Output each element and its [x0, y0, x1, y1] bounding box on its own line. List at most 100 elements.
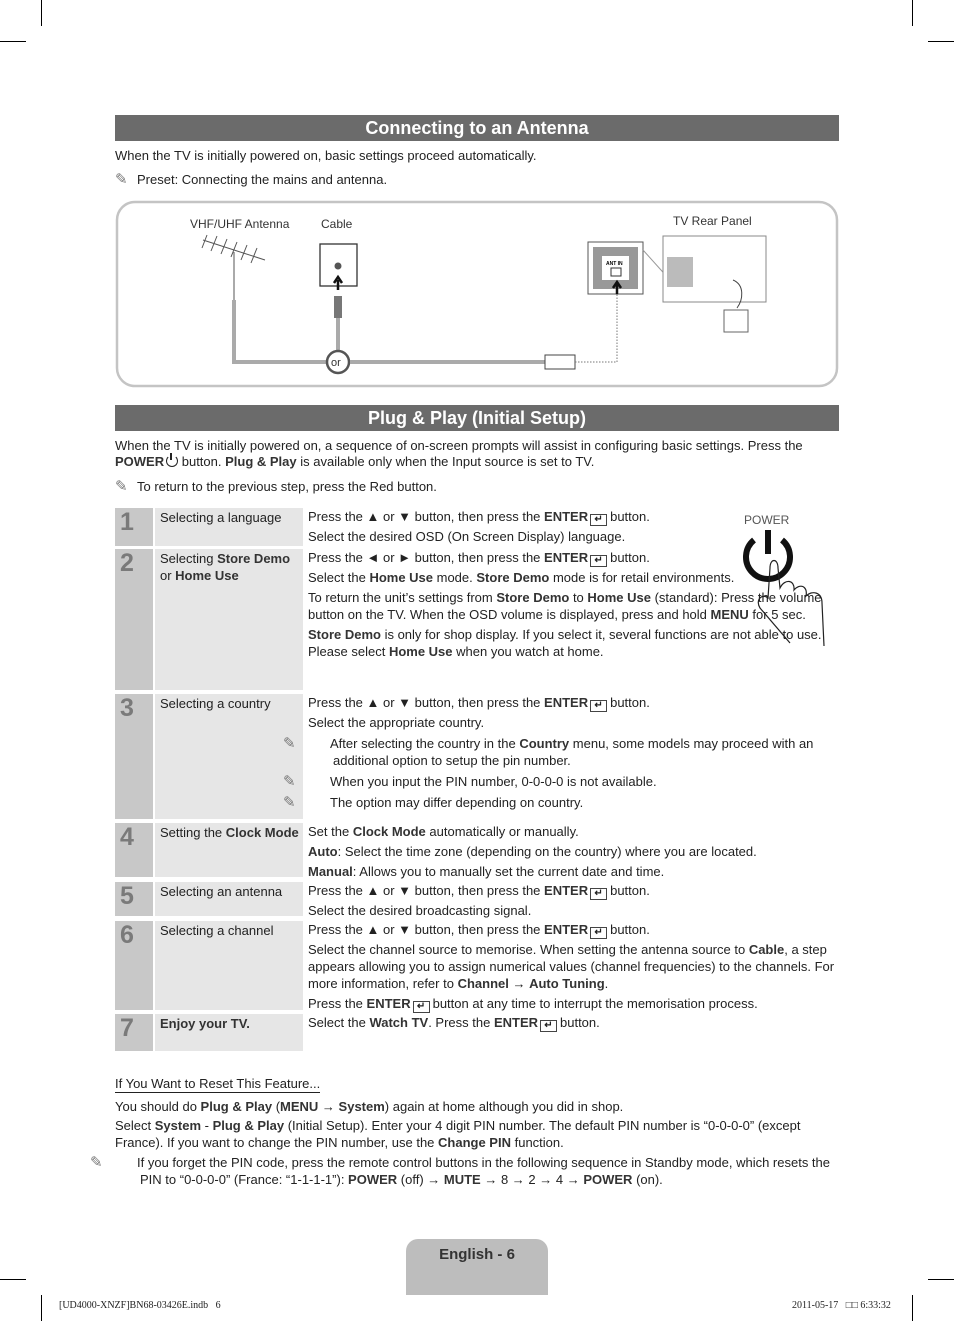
step-paragraph: ✎ After selecting the country in the Coun…	[283, 735, 838, 769]
text: After selecting the country in the	[330, 736, 520, 751]
setup-step-row: 6 Selecting a channel Press the ▲ or ▼ but…	[115, 921, 839, 1013]
crop-mark	[0, 1279, 26, 1280]
text: button at any time to interrupt the memo…	[432, 996, 758, 1011]
setup-step-row: 2 Selecting Store Demo or Home Use Press t…	[115, 549, 839, 690]
step-label: Selecting a country	[155, 694, 303, 819]
setup-step-row: 1 Selecting a language Press the ▲ or ▼ bu…	[115, 508, 839, 546]
bold-text: Plug & Play	[212, 1118, 285, 1133]
step-paragraph: Press the ▲ or ▼ button, then press the …	[308, 694, 838, 712]
crop-mark	[912, 1295, 913, 1321]
step-number: 5	[115, 882, 153, 916]
bold-text: System	[338, 1099, 385, 1114]
reset-paragraph: You should do Plug & Play (MENU → System…	[115, 1098, 830, 1115]
text: Setting the	[160, 825, 226, 840]
text: To return the unit’s settings from	[308, 590, 497, 605]
bold-text: Store Demo	[496, 590, 570, 605]
step-number: 1	[115, 508, 153, 546]
power-icon	[166, 453, 179, 467]
antenna-intro: When the TV is initially powered on, bas…	[115, 148, 537, 163]
bold-text: Country	[519, 736, 570, 751]
crop-mark	[0, 41, 26, 42]
crop-mark	[912, 0, 913, 26]
manual-page: Connecting to an Antenna When the TV is …	[0, 0, 954, 1321]
bold-text: System	[154, 1118, 201, 1133]
rear-panel-label: TV Rear Panel	[673, 214, 752, 228]
crop-mark	[928, 41, 954, 42]
setup-step-row: 4 Setting the Clock Mode Set the Clock Mod…	[115, 823, 839, 879]
antenna-note: ✎ Preset: Connecting the mains and antenn…	[115, 172, 835, 188]
reset-heading: If You Want to Reset This Feature...	[115, 1076, 321, 1093]
bold-text: Auto	[308, 844, 338, 859]
text: button.	[610, 550, 650, 565]
bold-text: Channel	[457, 976, 509, 991]
note-icon: ✎	[283, 735, 296, 752]
text: is available only when the Input source …	[296, 454, 595, 469]
bold-text: Enjoy your TV.	[160, 1016, 250, 1031]
step-number: 2	[115, 549, 153, 690]
step-label: Selecting Store Demo or Home Use	[155, 549, 303, 690]
bold-text: ENTER	[544, 695, 589, 710]
bold-text: Cable	[748, 942, 785, 957]
power-label: POWER	[744, 513, 790, 527]
text: Selecting an antenna	[160, 884, 283, 899]
step-paragraph: Select the channel source to memorise. W…	[308, 941, 838, 992]
text: button.	[610, 509, 650, 524]
text: (on).	[632, 1172, 663, 1187]
note-text: To return to the previous step, press th…	[137, 479, 437, 494]
text: Press the ▲ or ▼ button, then press the	[308, 509, 545, 524]
crop-mark	[928, 1279, 954, 1280]
text: Select	[115, 1118, 155, 1133]
file-info: [UD4000-XNZF]BN68-03426E.indb 6	[59, 1300, 221, 1311]
text: Selecting a language	[160, 510, 282, 525]
text: function.	[510, 1135, 564, 1150]
step-content: Set the Clock Mode automatically or manu…	[308, 823, 838, 883]
text: Set the	[308, 824, 353, 839]
bold-text: ENTER	[544, 550, 589, 565]
text: .	[604, 976, 609, 991]
note-icon: ✎	[283, 773, 296, 790]
enter-icon: ↵	[590, 888, 608, 900]
bold-text: ENTER	[493, 1015, 538, 1030]
text: -	[201, 1118, 213, 1133]
text: Press the ▲ or ▼ button, then press the	[308, 922, 545, 937]
bold-text: MUTE	[443, 1172, 481, 1187]
bold-text: Plug & Play	[225, 454, 297, 469]
crop-mark	[41, 1295, 42, 1321]
text: ) again at home although you did in shop…	[384, 1099, 624, 1114]
text: Select the channel source to memorise. W…	[308, 942, 749, 957]
text: →	[318, 1099, 339, 1114]
text: automatically or manually.	[425, 824, 579, 839]
bold-text: Store Demo	[308, 627, 381, 642]
page-number-tab: English - 6	[406, 1239, 548, 1295]
bold-text: Manual	[308, 864, 353, 879]
text: You should do	[115, 1099, 201, 1114]
section-title-antenna: Connecting to an Antenna	[115, 115, 839, 141]
step-number: 7	[115, 1014, 153, 1051]
enter-icon: ↵	[540, 1020, 557, 1032]
step-label: Enjoy your TV.	[155, 1014, 303, 1051]
ant-in-label: ANT IN	[606, 261, 623, 267]
bold-text: Clock Mode	[225, 825, 299, 840]
antenna-icon	[201, 234, 266, 300]
bold-text: POWER	[348, 1172, 398, 1187]
text: When you input the PIN number, 0-0-0-0 i…	[330, 774, 657, 789]
text: button.	[610, 883, 650, 898]
text: Select the	[308, 1015, 370, 1030]
bold-text: Change PIN	[438, 1135, 511, 1150]
text: Press the	[308, 996, 367, 1011]
tv-rear-panel-icon	[642, 235, 767, 333]
text: Select the appropriate country.	[308, 715, 485, 730]
bold-text: Auto Tuning	[529, 976, 605, 991]
step-label: Setting the Clock Mode	[155, 823, 303, 877]
plug-intro: When the TV is initially powered on, a s…	[115, 438, 815, 470]
text: button.	[610, 695, 650, 710]
enter-icon: ↵	[590, 514, 608, 526]
step-content: Press the ▲ or ▼ button, then press the …	[308, 882, 838, 922]
text: Press the ▲ or ▼ button, then press the	[308, 695, 545, 710]
step-paragraph: Select the appropriate country.	[308, 714, 838, 731]
bold-text: ENTER	[544, 509, 589, 524]
step-paragraph: Set the Clock Mode automatically or manu…	[308, 823, 838, 840]
bold-text: Home Use	[587, 590, 651, 605]
bold-text: Clock Mode	[352, 824, 426, 839]
crop-mark	[41, 0, 42, 26]
